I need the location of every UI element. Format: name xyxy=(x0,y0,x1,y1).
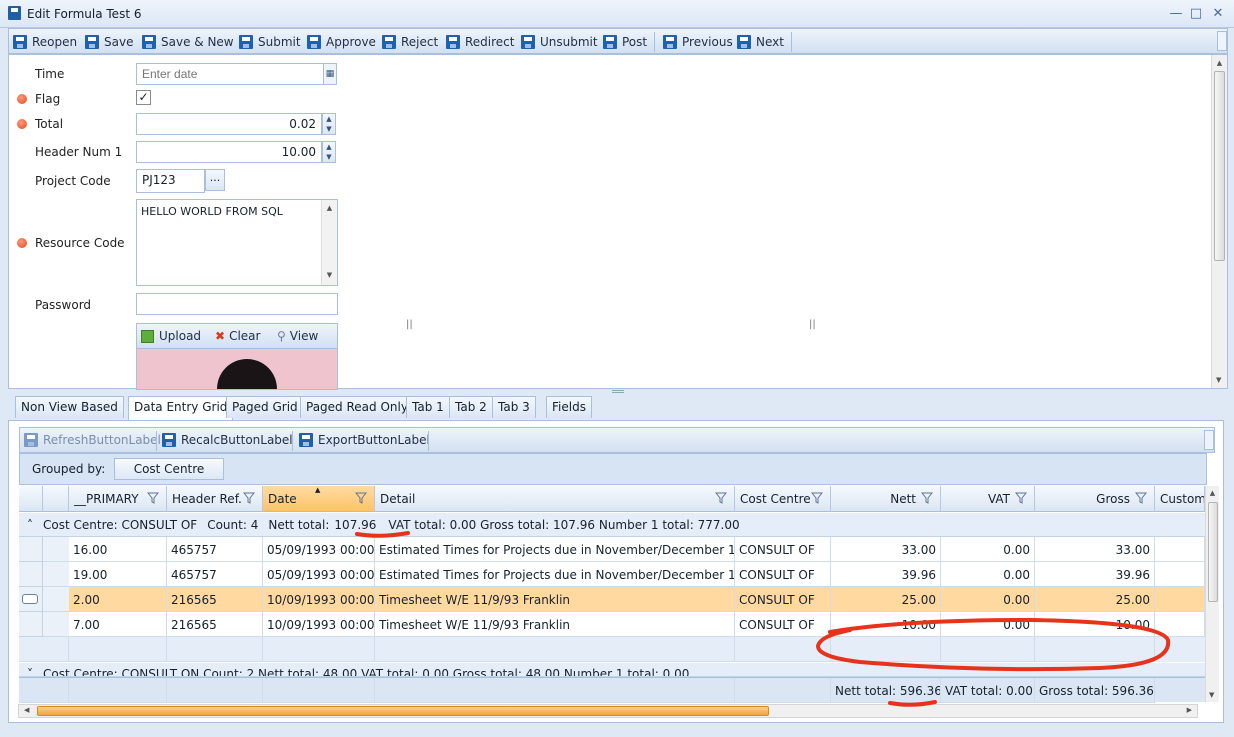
annotation-overlay xyxy=(355,531,1171,707)
annotation-ellipse xyxy=(815,617,1171,672)
annotation-underline xyxy=(888,700,937,707)
annotation-underline xyxy=(355,531,410,538)
